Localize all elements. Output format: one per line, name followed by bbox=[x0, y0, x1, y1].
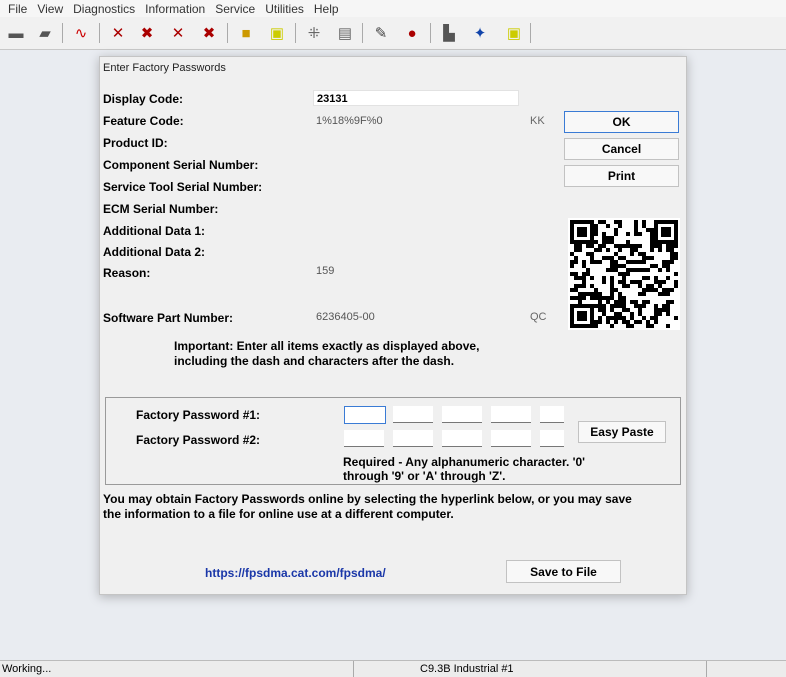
status-center: C9.3B Industrial #1 bbox=[420, 663, 514, 675]
display-code-field[interactable]: 23131 bbox=[313, 90, 519, 106]
password1-field-1[interactable] bbox=[344, 406, 386, 424]
feature-code-indicator: KK bbox=[530, 115, 545, 127]
product-id-label: Product ID: bbox=[103, 136, 168, 150]
toolbar-separator bbox=[530, 23, 531, 43]
ecm-serial-label: ECM Serial Number: bbox=[103, 202, 219, 216]
password1-field-4[interactable] bbox=[491, 406, 531, 423]
additional-data-1-label: Additional Data 1: bbox=[103, 224, 206, 238]
toolbar-separator bbox=[99, 23, 100, 43]
save-to-file-button[interactable]: Save to File bbox=[506, 560, 621, 583]
toolbar: ▬ ▰ ∿ ✕ ✖ ✕ ✖ ■ ▣ ⁜ ▤ ✎ ● ▙ ✦ ▣ bbox=[0, 17, 786, 50]
component-serial-label: Component Serial Number: bbox=[103, 158, 259, 172]
flash-icon[interactable]: ✕ bbox=[167, 22, 189, 44]
fpsdma-link[interactable]: https://fpsdma.cat.com/fpsdma/ bbox=[205, 566, 386, 580]
software-part-indicator: QC bbox=[530, 311, 547, 323]
config-icon[interactable]: ✦ bbox=[469, 22, 491, 44]
password1-field-3[interactable] bbox=[442, 406, 482, 423]
toolbar-separator bbox=[295, 23, 296, 43]
tools-icon[interactable]: ✖ bbox=[136, 22, 158, 44]
menu-view[interactable]: View bbox=[37, 2, 63, 16]
menu-utilities[interactable]: Utilities bbox=[265, 2, 304, 16]
password-icon[interactable]: ▣ bbox=[503, 22, 525, 44]
software-part-value: 6236405-00 bbox=[316, 311, 375, 323]
feature-code-label: Feature Code: bbox=[103, 114, 184, 128]
important-note-line2: including the dash and characters after … bbox=[174, 354, 455, 368]
feature-code-value: 1%18%9F%0 bbox=[316, 115, 383, 127]
menu-help[interactable]: Help bbox=[314, 2, 339, 16]
status-divider bbox=[706, 661, 707, 677]
password2-field-4[interactable] bbox=[491, 430, 531, 447]
factory-password-2-label: Factory Password #2: bbox=[136, 433, 261, 447]
password2-field-5[interactable] bbox=[540, 430, 564, 447]
reason-value: 159 bbox=[316, 265, 335, 277]
info-text-line1: You may obtain Factory Passwords online … bbox=[103, 492, 632, 506]
password2-field-2[interactable] bbox=[393, 430, 433, 447]
toolbar-separator bbox=[227, 23, 228, 43]
status-divider bbox=[353, 661, 354, 677]
menu-service[interactable]: Service bbox=[215, 2, 255, 16]
printer-icon[interactable]: ▰ bbox=[34, 22, 56, 44]
report-icon[interactable]: ✎ bbox=[370, 22, 392, 44]
password1-field-5[interactable] bbox=[540, 406, 564, 423]
log-icon[interactable]: ● bbox=[401, 22, 423, 44]
info-text-line2: the information to a file for online use… bbox=[103, 507, 454, 521]
important-note-line1: Important: Enter all items exactly as di… bbox=[174, 339, 480, 353]
waveform-icon[interactable]: ∿ bbox=[70, 22, 92, 44]
ecm-icon[interactable]: ▙ bbox=[438, 22, 460, 44]
additional-data-2-label: Additional Data 2: bbox=[103, 245, 206, 259]
module-icon[interactable]: ■ bbox=[235, 22, 257, 44]
required-note-line2: through '9' or 'A' through 'Z'. bbox=[343, 469, 506, 483]
diagnostic-icon[interactable]: ✕ bbox=[107, 22, 129, 44]
software-part-label: Software Part Number: bbox=[103, 311, 234, 325]
service-tool-serial-label: Service Tool Serial Number: bbox=[103, 180, 263, 194]
display-code-label: Display Code: bbox=[103, 92, 184, 106]
menu-bar: File View Diagnostics Information Servic… bbox=[0, 0, 786, 17]
toolbar-separator bbox=[430, 23, 431, 43]
dialog-title: Enter Factory Passwords bbox=[103, 62, 226, 74]
status-left: Working... bbox=[2, 663, 52, 675]
wrench-icon[interactable]: ✖ bbox=[198, 22, 220, 44]
print-icon[interactable]: ▬ bbox=[5, 22, 27, 44]
password1-field-2[interactable] bbox=[393, 406, 433, 423]
status-bar: Working... C9.3B Industrial #1 bbox=[0, 660, 786, 677]
password2-field-1[interactable] bbox=[344, 430, 384, 447]
print-button[interactable]: Print bbox=[564, 165, 679, 187]
toolbar-separator bbox=[62, 23, 63, 43]
calibrate-icon[interactable]: ▤ bbox=[334, 22, 356, 44]
ok-button[interactable]: OK bbox=[564, 111, 679, 133]
menu-diagnostics[interactable]: Diagnostics bbox=[73, 2, 135, 16]
tune-icon[interactable]: ⁜ bbox=[303, 22, 325, 44]
battery-icon[interactable]: ▣ bbox=[266, 22, 288, 44]
qr-code-icon bbox=[568, 218, 680, 330]
factory-password-1-label: Factory Password #1: bbox=[136, 408, 261, 422]
easy-paste-button[interactable]: Easy Paste bbox=[578, 421, 666, 443]
menu-information[interactable]: Information bbox=[145, 2, 205, 16]
required-note-line1: Required - Any alphanumeric character. '… bbox=[343, 455, 586, 469]
password2-field-3[interactable] bbox=[442, 430, 482, 447]
menu-file[interactable]: File bbox=[8, 2, 27, 16]
cancel-button[interactable]: Cancel bbox=[564, 138, 679, 160]
reason-label: Reason: bbox=[103, 266, 151, 280]
toolbar-separator bbox=[362, 23, 363, 43]
